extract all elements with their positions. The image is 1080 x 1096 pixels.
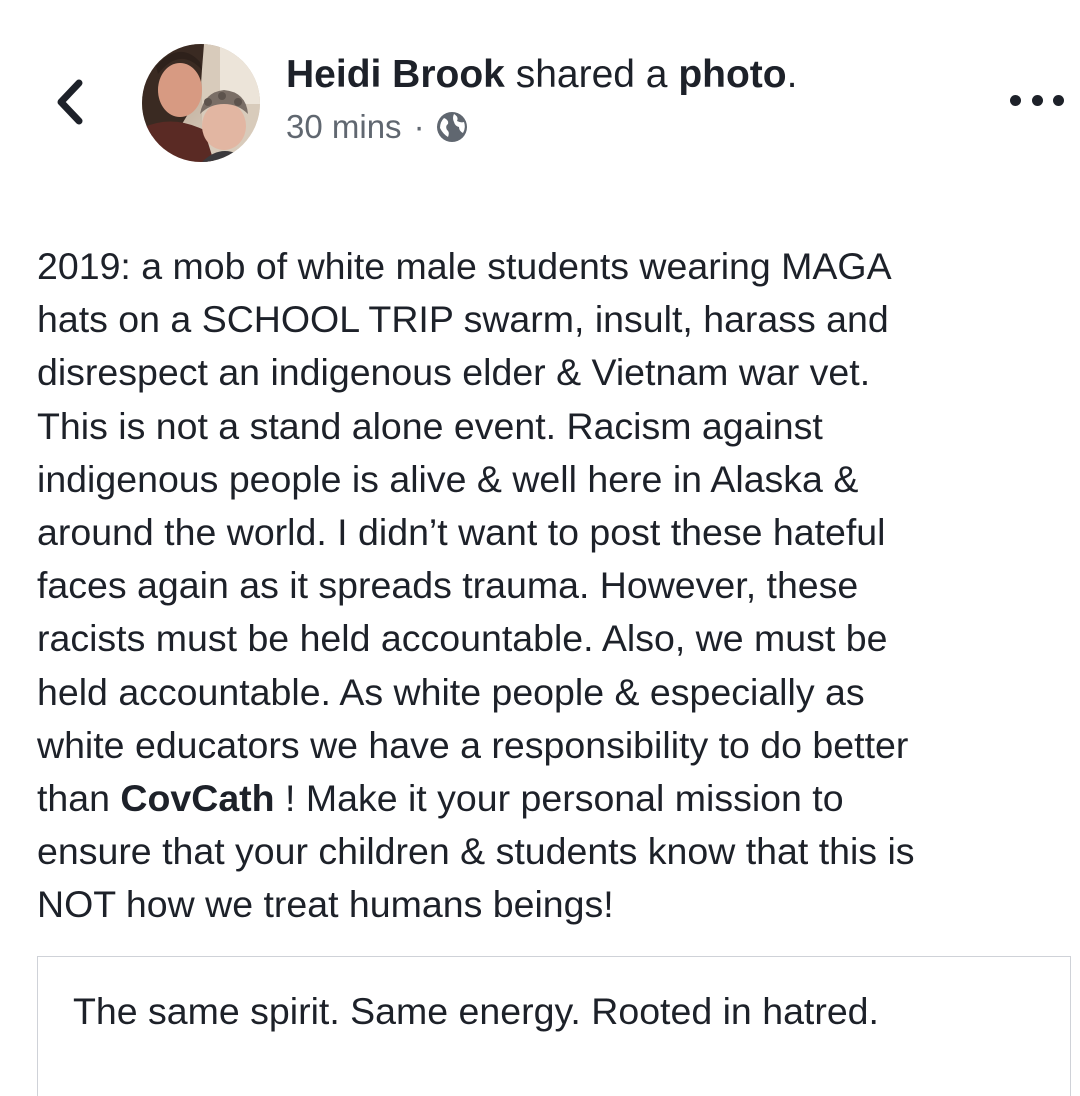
back-button[interactable] (44, 66, 96, 138)
post-text: 2019: a mob of white male students weari… (37, 240, 1067, 932)
more-dot (1053, 94, 1064, 106)
chevron-left-icon (57, 79, 83, 125)
more-dot (1010, 94, 1021, 106)
post-header: Heidi Brook shared a photo. (286, 50, 797, 100)
avatar-image (142, 44, 260, 162)
mention-link[interactable]: CovCath (120, 777, 274, 819)
more-options-button[interactable] (1010, 84, 1064, 116)
avatar[interactable] (142, 44, 260, 162)
timestamp[interactable]: 30 mins (286, 104, 402, 150)
header-trailing: . (786, 53, 798, 96)
globe-icon (436, 112, 467, 142)
shared-photo-card[interactable]: The same spirit. Same energy. Rooted in … (37, 956, 1071, 1096)
photo-caption: The same spirit. Same energy. Rooted in … (73, 990, 879, 1032)
action-text: shared a (504, 53, 679, 96)
meta-separator: · (413, 108, 425, 145)
author-name[interactable]: Heidi Brook (286, 53, 505, 96)
photo-link[interactable]: photo (678, 53, 786, 96)
post-meta: 30 mins · (286, 104, 469, 150)
post-text-part: 2019: a mob of white male students weari… (37, 245, 909, 820)
more-dot (1031, 94, 1043, 106)
